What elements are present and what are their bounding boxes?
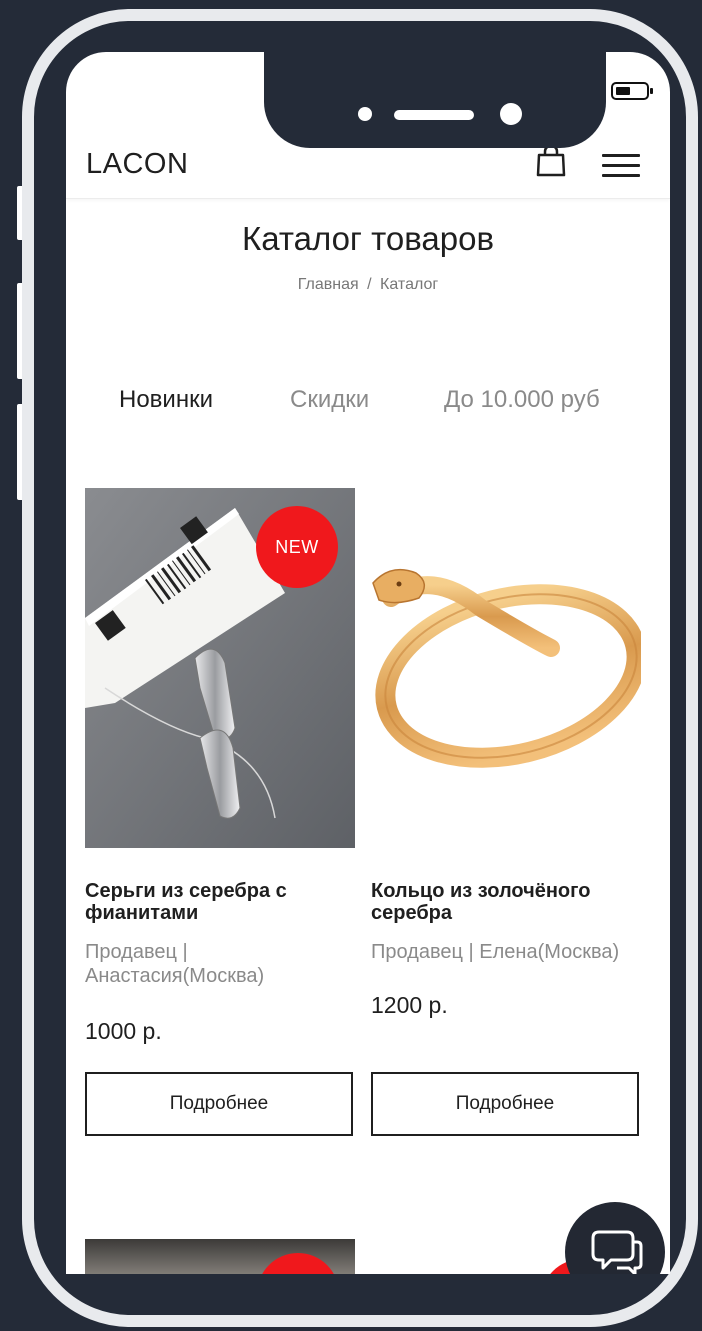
product-image-earrings[interactable]: NEW: [85, 488, 355, 848]
product-image-ring[interactable]: [371, 488, 641, 848]
breadcrumb: Главная / Каталог: [66, 276, 670, 294]
breadcrumb-current: Каталог: [380, 276, 439, 293]
ring-photo: [371, 488, 641, 848]
product-price: 1000 р.: [85, 1018, 162, 1044]
cart-icon[interactable]: [536, 144, 566, 178]
chat-button[interactable]: [565, 1202, 665, 1274]
breadcrumb-home[interactable]: Главная: [298, 276, 359, 293]
product-name[interactable]: Серьги из серебра с фианитами: [85, 880, 353, 924]
filter-tabs: Новинки Скидки До 10.000 руб: [66, 386, 670, 422]
phone-screen: LACON Каталог товаров Главная / Каталог …: [66, 52, 670, 1274]
notch-camera: [500, 103, 522, 125]
tab-discounts[interactable]: Скидки: [290, 386, 369, 414]
phone-notch: [264, 52, 606, 148]
details-button[interactable]: Подробнее: [85, 1072, 353, 1136]
notch-sensor: [358, 107, 372, 121]
tab-new[interactable]: Новинки: [119, 386, 213, 414]
details-button[interactable]: Подробнее: [371, 1072, 639, 1136]
product-price: 1200 р.: [371, 992, 448, 1018]
product-seller: Продавец | Елена(Москва): [371, 941, 620, 963]
product-name[interactable]: Кольцо из золочёного серебра: [371, 880, 639, 924]
product-seller: Продавец | Анастасия(Москва): [85, 941, 265, 987]
notch-speaker: [394, 110, 474, 120]
product-card-next: [85, 1239, 355, 1274]
tab-under-10000[interactable]: До 10.000 руб: [444, 386, 600, 414]
product-card: Кольцо из золочёного серебра Продавец | …: [371, 488, 641, 1136]
battery-icon: [611, 82, 653, 100]
site-logo[interactable]: LACON: [86, 148, 188, 181]
breadcrumb-separator: /: [367, 276, 372, 293]
menu-icon[interactable]: [602, 152, 642, 180]
chat-icon: [591, 1230, 643, 1274]
product-card: NEW Серьги из серебра с фианитами Продав…: [85, 488, 355, 1136]
page-title: Каталог товаров: [242, 220, 494, 257]
new-badge: NEW: [256, 506, 338, 588]
